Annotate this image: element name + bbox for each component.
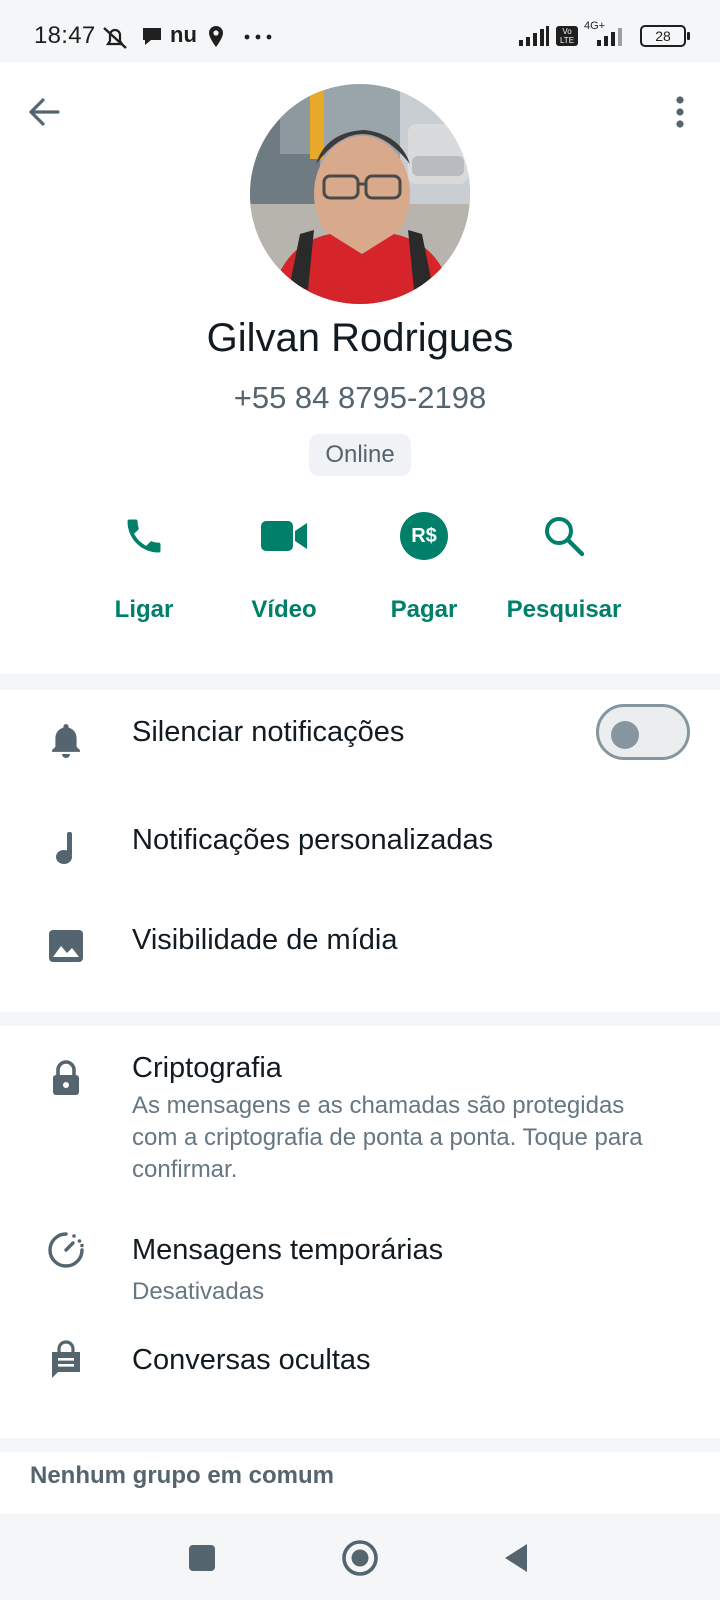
search-label: Pesquisar [506,596,622,623]
volte-icon: Vo LTE [556,26,578,46]
battery-level: 28 [655,28,671,44]
battery-icon: 28 [640,25,690,47]
triangle-back-icon [505,1544,527,1572]
avatar[interactable] [250,84,470,304]
pay-icon: R$ [400,512,448,560]
home-circle-icon [342,1540,378,1576]
signal-icon [519,26,549,46]
contact-header: Gilvan Rodrigues +55 84 8795-2198 Online… [0,62,720,674]
disappearing-messages-status: Desativadas [132,1278,265,1305]
more-options-button[interactable] [670,92,690,132]
lock-icon [46,1058,86,1098]
contact-name: Gilvan Rodrigues [206,316,514,360]
location-icon [209,26,223,47]
call-label: Ligar [114,596,174,623]
status-badge: Online [309,434,411,476]
encryption-title: Criptografia [132,1052,282,1084]
call-button[interactable]: Ligar [74,504,214,634]
pay-label: Pagar [390,596,458,623]
back-nav-button[interactable] [490,1532,542,1584]
chat-lock-icon [46,1338,86,1382]
video-label: Vídeo [251,596,317,623]
mute-notifications-row[interactable]: Silenciar notificações [0,690,720,798]
media-visibility-row[interactable]: Visibilidade de mídia [0,906,720,1012]
mute-icon [103,27,127,49]
encryption-subtitle: As mensagens e as chamadas são protegida… [132,1092,643,1183]
phone-icon [127,519,161,553]
nubank-icon: nu [170,22,197,47]
common-groups-section: Nenhum grupo em comum [0,1452,720,1514]
recent-apps-button[interactable] [176,1532,228,1584]
system-nav-bar [0,1514,720,1600]
video-icon [261,521,307,551]
video-button[interactable]: Vídeo [214,504,354,634]
common-groups-label: Nenhum grupo em comum [30,1462,335,1489]
custom-notifications-label: Notificações personalizadas [132,824,494,856]
mute-notifications-label: Silenciar notificações [132,716,405,748]
vertical-dots-icon [676,96,684,128]
toggle-knob [611,721,639,749]
timer-icon [46,1230,86,1270]
privacy-section: Criptografia As mensagens e as chamadas … [0,1026,720,1438]
search-icon [545,517,585,557]
hidden-chats-row[interactable]: Conversas ocultas [0,1326,720,1438]
image-icon [46,924,86,968]
signal-4g-icon: 4G+ [584,20,628,48]
notifications-section: Silenciar notificações Notificações pers… [0,690,720,1012]
pay-button[interactable]: R$ Pagar [354,504,494,634]
more-dots-icon [244,34,272,40]
hidden-chats-label: Conversas ocultas [132,1344,371,1376]
bell-icon [46,718,86,762]
media-visibility-label: Visibilidade de mídia [132,924,398,956]
square-icon [189,1545,215,1571]
disappearing-messages-row[interactable]: Mensagens temporárias Desativadas [0,1196,720,1326]
profile-photo [250,84,470,304]
contact-phone: +55 84 8795-2198 [233,380,487,415]
search-button[interactable]: Pesquisar [494,504,634,634]
chat-bubble-icon [143,28,161,45]
arrow-left-icon [29,98,60,126]
status-bar: 18:47 nu Vo LTE 4G+ 28 [0,0,720,62]
encryption-row[interactable]: Criptografia As mensagens e as chamadas … [0,1026,720,1196]
home-button[interactable] [334,1532,386,1584]
music-note-icon [46,826,86,870]
mute-toggle[interactable] [596,704,690,760]
action-buttons: Ligar Vídeo R$ Pagar Pesquisar [0,504,720,634]
back-button[interactable] [22,90,66,134]
disappearing-messages-title: Mensagens temporárias [132,1234,444,1266]
status-right-icons: Vo LTE 4G+ 28 [518,20,690,48]
custom-notifications-row[interactable]: Notificações personalizadas [0,798,720,906]
status-time: 18:47 [34,22,96,49]
